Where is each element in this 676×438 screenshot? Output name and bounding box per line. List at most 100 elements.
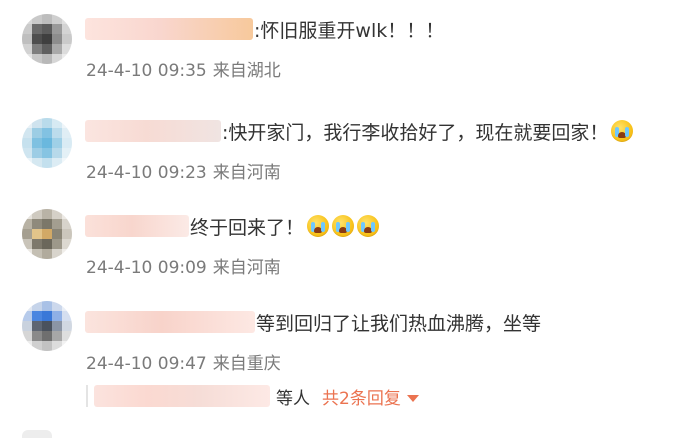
- avatar-pixel: [22, 34, 32, 44]
- avatar-pixel: [52, 44, 62, 54]
- avatar[interactable]: [22, 14, 72, 64]
- avatar-pixel: [22, 118, 32, 128]
- avatar-pixel: [42, 209, 52, 219]
- avatar-pixel: [22, 158, 32, 168]
- avatar-pixel: [52, 24, 62, 34]
- comment-body: :怀旧服重开wlk！！！: [85, 14, 444, 44]
- avatar-pixel: [32, 229, 42, 239]
- avatar-pixel: [62, 321, 72, 331]
- comment-meta: 24-4-10 09:35 来自湖北: [86, 56, 281, 81]
- avatar-pixel: [62, 158, 72, 168]
- avatar-pixel: [52, 209, 62, 219]
- avatar-pixel: [62, 341, 72, 351]
- avatar-pixel: [42, 301, 52, 311]
- avatar-pixel: [32, 311, 42, 321]
- avatar-pixel: [42, 34, 52, 44]
- avatar[interactable]: [22, 209, 72, 259]
- username-blurred[interactable]: [85, 215, 189, 237]
- avatar-pixel: [52, 158, 62, 168]
- avatar-pixel: [62, 249, 72, 259]
- comment-meta: 24-4-10 09:23 来自河南: [86, 158, 281, 183]
- avatar-pixel: [32, 239, 42, 249]
- reply-divider: [86, 385, 88, 407]
- avatar-pixel: [62, 209, 72, 219]
- avatar-pixel: [42, 148, 52, 158]
- avatar-pixel: [22, 229, 32, 239]
- avatar-pixel: [42, 321, 52, 331]
- comment-text: 等到回归了让我们热血沸腾，坐等: [256, 312, 542, 335]
- avatar-pixel: [52, 14, 62, 24]
- avatar-pixel: [42, 138, 52, 148]
- avatar-pixel: [42, 311, 52, 321]
- avatar-pixel: [62, 14, 72, 24]
- username-blurred[interactable]: [85, 18, 253, 40]
- avatar-pixel: [32, 209, 42, 219]
- avatar-pixel: [32, 118, 42, 128]
- avatar-pixel: [22, 54, 32, 64]
- avatar-pixel: [52, 148, 62, 158]
- avatar-pixel: [52, 54, 62, 64]
- avatar-pixel: [32, 148, 42, 158]
- avatar-pixel: [42, 158, 52, 168]
- avatar-pixel: [52, 341, 62, 351]
- avatar-pixel: [52, 331, 62, 341]
- avatar-pixel: [62, 54, 72, 64]
- avatar-pixel: [62, 118, 72, 128]
- avatar-pixel: [42, 24, 52, 34]
- replier-names-blurred[interactable]: [94, 385, 270, 407]
- avatar-pixel: [22, 249, 32, 259]
- comment-location: 来自河南: [212, 163, 281, 183]
- avatar-pixel: [42, 229, 52, 239]
- avatar-pixel: [32, 331, 42, 341]
- avatar-pixel: [22, 24, 32, 34]
- comment-item: 终于回来了！ 24-4-10 09:09 来自河南: [0, 209, 676, 303]
- comment-location: 来自湖北: [212, 61, 281, 81]
- avatar-pixel: [42, 341, 52, 351]
- comment-text: :怀旧服重开wlk！！！: [254, 19, 445, 42]
- avatar-pixel: [42, 14, 52, 24]
- avatar-pixel: [52, 138, 62, 148]
- avatar-pixel: [42, 219, 52, 229]
- view-replies-label: 共2条回复: [322, 388, 401, 409]
- avatar-pixel: [32, 44, 42, 54]
- comment-time: 24-4-10 09:09: [86, 258, 207, 278]
- username-blurred[interactable]: [85, 311, 255, 333]
- avatar-pixel: [22, 219, 32, 229]
- avatar-pixel: [42, 128, 52, 138]
- avatar-pixel: [22, 239, 32, 249]
- avatar-pixel: [22, 138, 32, 148]
- avatar-pixel: [62, 239, 72, 249]
- reply-summary: 等人 共2条回复: [86, 382, 419, 410]
- avatar-pixel: [52, 239, 62, 249]
- view-replies-link[interactable]: 共2条回复: [322, 384, 419, 409]
- comment-text: :快开家门，我行李收拾好了，现在就要回家！: [222, 121, 609, 144]
- avatar-pixel: [62, 138, 72, 148]
- comment-item: :怀旧服重开wlk！！！ 24-4-10 09:35 来自湖北: [0, 14, 676, 106]
- avatar-pixel: [22, 44, 32, 54]
- comment-meta: 24-4-10 09:09 来自河南: [86, 253, 281, 278]
- avatar-pixel: [52, 311, 62, 321]
- comment-time: 24-4-10 09:35: [86, 61, 207, 81]
- avatar-pixel: [52, 128, 62, 138]
- avatar-pixel: [22, 321, 32, 331]
- avatar-pixel: [62, 128, 72, 138]
- avatar-pixel: [52, 219, 62, 229]
- chevron-down-icon: [406, 395, 419, 402]
- avatar-pixel: [42, 239, 52, 249]
- avatar-pixel: [32, 128, 42, 138]
- avatar[interactable]: [22, 301, 72, 351]
- avatar-pixel: [32, 341, 42, 351]
- crying-emoji-icon: [611, 120, 634, 142]
- avatar-pixel: [42, 54, 52, 64]
- avatar-pixel: [42, 44, 52, 54]
- username-blurred[interactable]: [85, 120, 221, 142]
- avatar-pixel: [52, 118, 62, 128]
- avatar-pixel: [32, 321, 42, 331]
- avatar-pixel: [62, 229, 72, 239]
- avatar-pixel: [32, 24, 42, 34]
- avatar[interactable]: [22, 118, 72, 168]
- crying-emoji-icon: [332, 215, 355, 237]
- crying-emoji-icon: [307, 215, 330, 237]
- avatar-pixel: [22, 128, 32, 138]
- avatar-pixel: [52, 249, 62, 259]
